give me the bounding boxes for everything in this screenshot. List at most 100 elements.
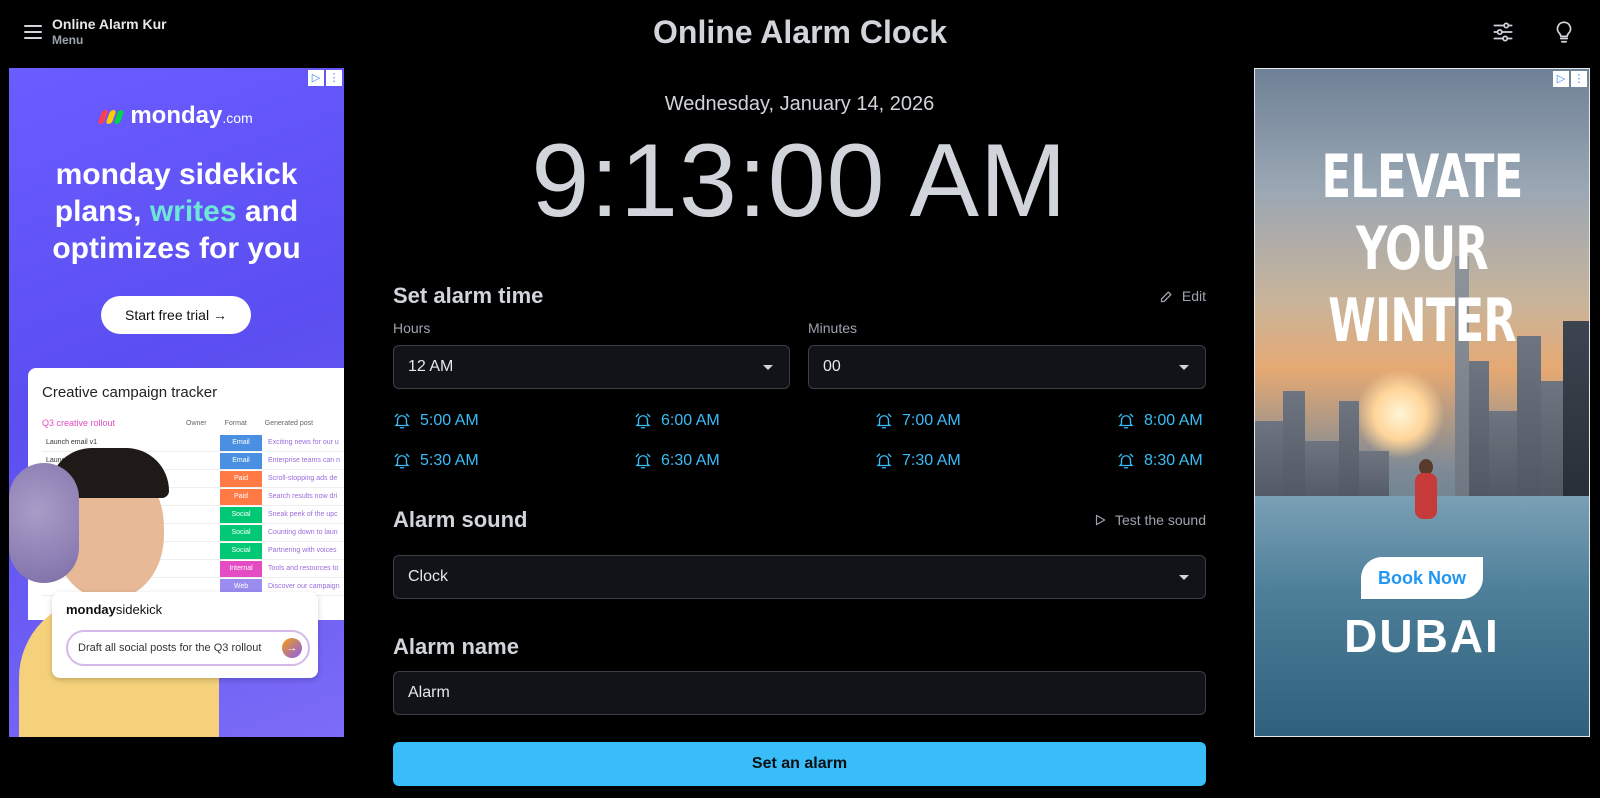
- settings-sliders-icon[interactable]: [1490, 19, 1516, 45]
- preset-alarm[interactable]: 8:30 AM: [1117, 452, 1203, 470]
- caret-down-icon: [1179, 575, 1189, 580]
- alarm-bell-icon: [1118, 413, 1134, 429]
- ad-headline-line-1: monday sidekick: [55, 158, 298, 191]
- tracker-row-tag: Email: [220, 453, 262, 469]
- alarm-sound-heading: Alarm sound: [393, 507, 528, 532]
- tracker-row-post: Exciting news for our u: [268, 439, 339, 446]
- ad-headline-line-2: YOUR WINTER: [1328, 214, 1517, 356]
- ad-headline: monday sidekick plans, writes and optimi…: [9, 156, 344, 267]
- tracker-column: Format: [224, 420, 247, 427]
- preset-label: 8:30 AM: [1144, 452, 1203, 469]
- tracker-row-tag: Paid: [220, 489, 262, 505]
- tracker-row-tag: Internal: [220, 561, 262, 577]
- monday-logo-suffix: .com: [222, 110, 253, 126]
- set-alarm-button[interactable]: Set an alarm: [393, 742, 1206, 786]
- tracker-row-post: Enterprise teams can n: [268, 457, 340, 464]
- ad-headline-highlight: writes: [149, 195, 237, 228]
- hours-select[interactable]: 12 AM: [393, 345, 790, 389]
- tracker-row-tag: Social: [220, 507, 262, 523]
- arrow-right-icon: →: [282, 638, 302, 658]
- preset-alarm[interactable]: 6:30 AM: [634, 452, 720, 470]
- tracker-row-tag: Social: [220, 543, 262, 559]
- pencil-icon: [1160, 291, 1172, 302]
- preset-alarm[interactable]: 7:30 AM: [875, 452, 961, 470]
- tracker-row-tag: Paid: [220, 471, 262, 487]
- page-title: Online Alarm Clock: [653, 14, 947, 50]
- preset-label: 6:30 AM: [661, 452, 720, 469]
- alarm-sound-select[interactable]: Clock: [393, 555, 1206, 599]
- alarm-bell-icon: [635, 413, 651, 429]
- preset-alarm[interactable]: 6:00 AM: [634, 412, 720, 430]
- tracker-row-post: Search results now dri: [268, 493, 338, 500]
- preset-alarm[interactable]: 7:00 AM: [875, 412, 961, 430]
- alarm-name-value: Alarm: [408, 684, 450, 701]
- alarm-sound-value: Clock: [408, 568, 449, 585]
- top-header: Online Alarm Kur Menu Online Alarm Clock: [0, 0, 1600, 66]
- ad-headline-line-1: ELEVATE: [1321, 142, 1523, 212]
- more-icon[interactable]: ⋮: [326, 70, 342, 86]
- start-free-trial-button[interactable]: Start free trial →: [101, 296, 251, 334]
- ad-headline-line-3: optimizes for you: [52, 232, 301, 265]
- ad-headline-part: plans,: [54, 195, 150, 228]
- ad-choices[interactable]: ▷ ⋮: [308, 70, 342, 86]
- sidekick-prompt-card: mondaysidekick Draft all social posts fo…: [52, 592, 318, 678]
- tracker-column: Owner: [186, 420, 207, 427]
- book-now-button[interactable]: Book Now: [1361, 557, 1483, 599]
- preset-alarm[interactable]: 8:00 AM: [1117, 412, 1203, 430]
- ad-headline: ELEVATE YOUR WINTER: [1302, 141, 1542, 357]
- current-time: 9:13:00 AM: [531, 123, 1068, 239]
- monday-logo-text: monday: [130, 102, 223, 129]
- edit-button[interactable]: Edit: [1159, 288, 1206, 304]
- preset-times: 5:00 AM 6:00 AM 7:00 AM 8:00 AM 5:30 AM …: [393, 412, 1206, 488]
- tracker-row-post: Counting down to laun: [268, 529, 338, 536]
- alarm-bell-icon: [876, 453, 892, 469]
- adchoices-icon[interactable]: ▷: [1553, 71, 1569, 87]
- alarm-bell-icon: [635, 453, 651, 469]
- preset-label: 7:30 AM: [902, 452, 961, 469]
- preset-label: 5:00 AM: [420, 412, 479, 429]
- tracker-group: Q3 creative rollout: [42, 418, 116, 428]
- minutes-select[interactable]: 00: [808, 345, 1206, 389]
- tracker-row-post: Tools and resources to: [268, 565, 339, 572]
- test-sound-label: Test the sound: [1114, 512, 1206, 528]
- preset-alarm[interactable]: 5:00 AM: [393, 412, 479, 430]
- play-icon: [1095, 514, 1106, 526]
- tracker-column: Generated post: [264, 420, 314, 427]
- lightbulb-icon[interactable]: [1551, 19, 1577, 45]
- sidekick-prompt-text: Draft all social posts for the Q3 rollou…: [78, 642, 262, 654]
- left-advertisement[interactable]: ▷ ⋮ monday.com monday sidekick plans, wri…: [9, 68, 344, 737]
- alarm-name-input[interactable]: Alarm: [393, 671, 1206, 715]
- dubai-logo: DUBAI: [1344, 610, 1500, 662]
- alarm-bell-icon: [394, 413, 410, 429]
- tracker-row-name: Launch email v1: [46, 439, 97, 446]
- minutes-label: Minutes: [808, 320, 858, 336]
- test-sound-button[interactable]: Test the sound: [1093, 512, 1206, 528]
- ad-headline-line-2: plans, writes and: [9, 193, 344, 230]
- hours-value: 12 AM: [408, 358, 454, 375]
- preset-label: 5:30 AM: [420, 452, 479, 469]
- preset-alarm[interactable]: 5:30 AM: [393, 452, 479, 470]
- caret-down-icon: [1179, 365, 1189, 370]
- edit-label: Edit: [1181, 288, 1206, 304]
- tracker-columns: Owner Format Generated post: [186, 420, 313, 427]
- tracker-title: Creative campaign tracker: [42, 384, 218, 401]
- swimmer-figure: [1411, 459, 1441, 549]
- more-icon[interactable]: ⋮: [1571, 71, 1587, 87]
- tracker-row-post: Sneak peek of the upc: [268, 511, 338, 518]
- monday-logo-icon: [97, 103, 125, 131]
- sidekick-brand-bold: monday: [66, 602, 116, 617]
- right-advertisement[interactable]: ▷ ⋮ ELEVATE YOUR WINTER Book Now DUBAI: [1254, 68, 1590, 737]
- monday-logo: monday.com: [9, 102, 344, 131]
- llama-mascot: [9, 463, 79, 583]
- hours-label: Hours: [393, 320, 431, 336]
- adchoices-icon[interactable]: ▷: [308, 70, 324, 86]
- alarm-bell-icon: [394, 453, 410, 469]
- ad-choices[interactable]: ▷ ⋮: [1553, 71, 1587, 87]
- tracker-row-post: Partnering with voices: [268, 547, 337, 554]
- set-alarm-time-heading: Set alarm time: [393, 283, 544, 308]
- alarm-bell-icon: [876, 413, 892, 429]
- caret-down-icon: [763, 365, 773, 370]
- tracker-row-tag: Social: [220, 525, 262, 541]
- tracker-row-post: Scroll-stopping ads de: [268, 475, 338, 482]
- minutes-value: 00: [823, 358, 841, 375]
